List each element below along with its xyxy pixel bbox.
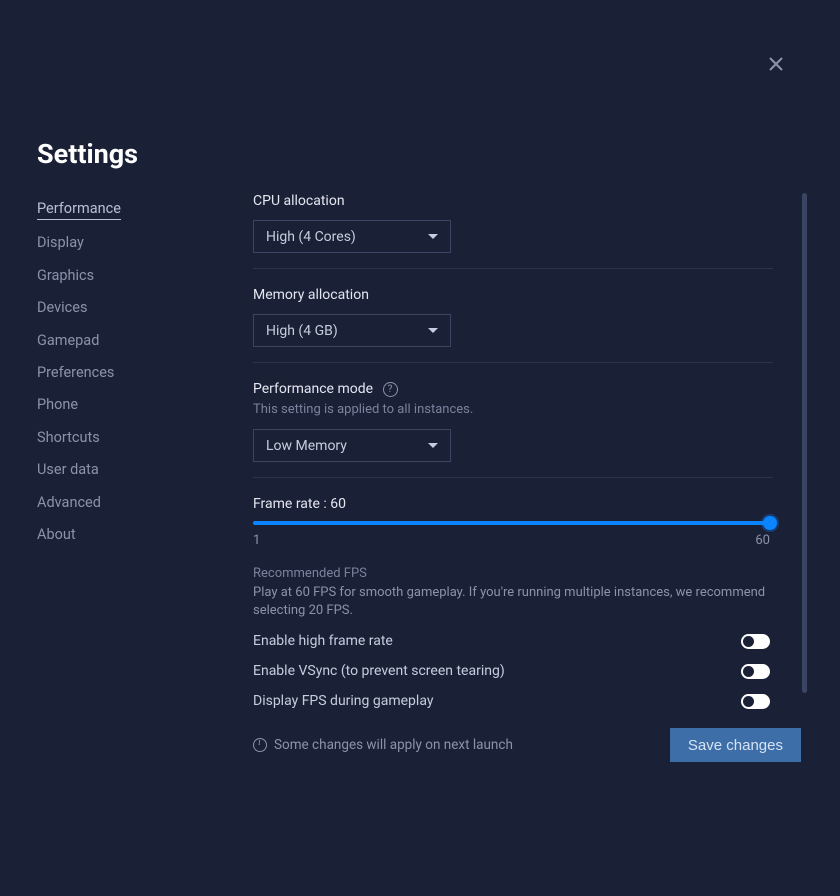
info-icon: [253, 738, 267, 752]
cpu-allocation-value: High (4 Cores): [266, 229, 356, 245]
frame-rate-slider[interactable]: [253, 521, 770, 525]
help-icon[interactable]: ?: [383, 382, 398, 397]
memory-allocation-dropdown[interactable]: High (4 GB): [253, 314, 451, 347]
main-panel: CPU allocation High (4 Cores) Memory all…: [253, 193, 794, 709]
enable-vsync-label: Enable VSync (to prevent screen tearing): [253, 663, 505, 679]
chevron-down-icon: [428, 443, 438, 448]
performance-mode-sub: This setting is applied to all instances…: [253, 402, 794, 417]
frame-rate-label: Frame rate : 60: [253, 496, 794, 512]
memory-allocation-value: High (4 GB): [266, 323, 338, 339]
sidebar: Performance Display Graphics Devices Gam…: [37, 198, 197, 558]
slider-thumb[interactable]: [763, 516, 777, 530]
chevron-down-icon: [428, 234, 438, 239]
chevron-down-icon: [428, 328, 438, 333]
recommended-fps-body: Play at 60 FPS for smooth gameplay. If y…: [253, 584, 773, 619]
slider-ticks: 1 60: [253, 533, 770, 548]
sidebar-item-gamepad[interactable]: Gamepad: [37, 332, 197, 364]
sidebar-item-devices[interactable]: Devices: [37, 299, 197, 331]
sidebar-item-advanced[interactable]: Advanced: [37, 494, 197, 526]
recommended-fps-title: Recommended FPS: [253, 566, 794, 581]
performance-mode-dropdown[interactable]: Low Memory: [253, 429, 451, 462]
save-changes-button[interactable]: Save changes: [670, 728, 801, 762]
header: Settings: [37, 138, 138, 170]
toggle-knob: [743, 666, 754, 677]
slider-min: 1: [253, 533, 260, 548]
cpu-allocation-label: CPU allocation: [253, 193, 794, 209]
memory-allocation-label: Memory allocation: [253, 287, 794, 303]
display-fps-toggle[interactable]: [741, 694, 770, 709]
performance-mode-label: Performance mode ?: [253, 381, 794, 397]
enable-vsync-toggle[interactable]: [741, 664, 770, 679]
performance-mode-value: Low Memory: [266, 438, 347, 454]
enable-high-frame-rate-toggle[interactable]: [741, 634, 770, 649]
cpu-allocation-dropdown[interactable]: High (4 Cores): [253, 220, 451, 253]
sidebar-item-display[interactable]: Display: [37, 234, 197, 266]
sidebar-item-shortcuts[interactable]: Shortcuts: [37, 429, 197, 461]
sidebar-item-preferences[interactable]: Preferences: [37, 364, 197, 396]
toggle-knob: [743, 636, 754, 647]
close-button[interactable]: [768, 56, 788, 76]
footer-note: Some changes will apply on next launch: [253, 737, 513, 753]
sidebar-item-about[interactable]: About: [37, 526, 197, 558]
divider: [253, 477, 773, 478]
divider: [253, 362, 773, 363]
scrollbar[interactable]: [802, 193, 807, 693]
divider: [253, 268, 773, 269]
slider-max: 60: [755, 533, 770, 548]
sidebar-item-graphics[interactable]: Graphics: [37, 267, 197, 299]
sidebar-item-phone[interactable]: Phone: [37, 396, 197, 428]
close-icon: [768, 56, 784, 72]
footer: Some changes will apply on next launch S…: [253, 728, 801, 762]
enable-high-frame-rate-label: Enable high frame rate: [253, 633, 393, 649]
sidebar-item-user-data[interactable]: User data: [37, 461, 197, 493]
sidebar-item-performance[interactable]: Performance: [37, 200, 121, 220]
page-title: Settings: [37, 138, 138, 170]
toggle-knob: [743, 696, 754, 707]
display-fps-label: Display FPS during gameplay: [253, 693, 433, 709]
